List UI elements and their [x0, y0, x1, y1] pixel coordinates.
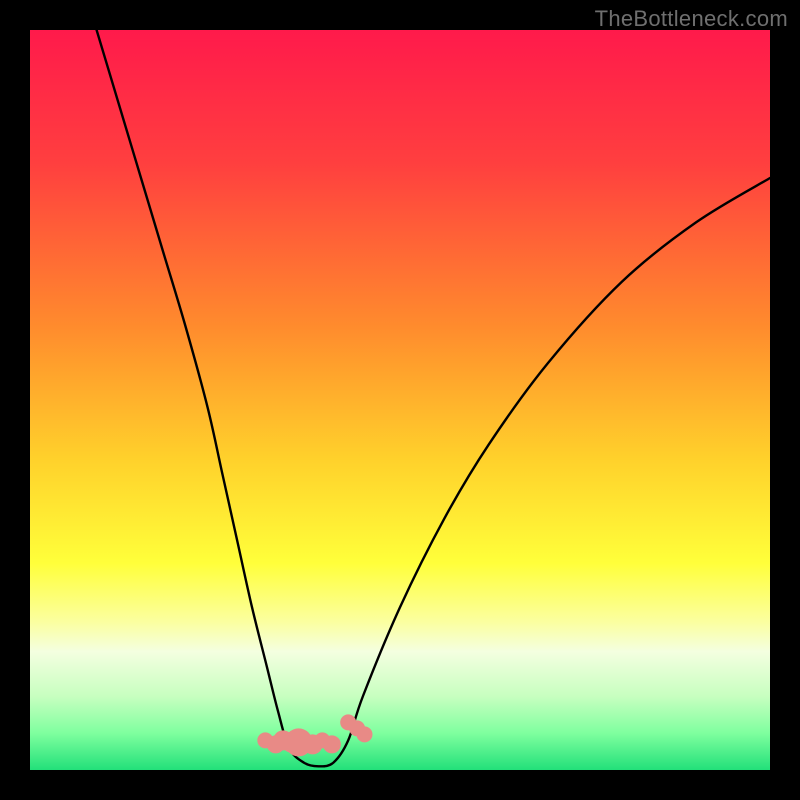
- marker-dot: [285, 728, 313, 756]
- bottleneck-curve: [97, 30, 770, 766]
- marker-dot: [356, 726, 372, 742]
- curve-layer: [30, 30, 770, 770]
- bottom-markers: [257, 714, 372, 756]
- marker-dot: [323, 735, 341, 753]
- plot-area: [30, 30, 770, 770]
- watermark-text: TheBottleneck.com: [595, 6, 788, 32]
- chart-frame: TheBottleneck.com: [0, 0, 800, 800]
